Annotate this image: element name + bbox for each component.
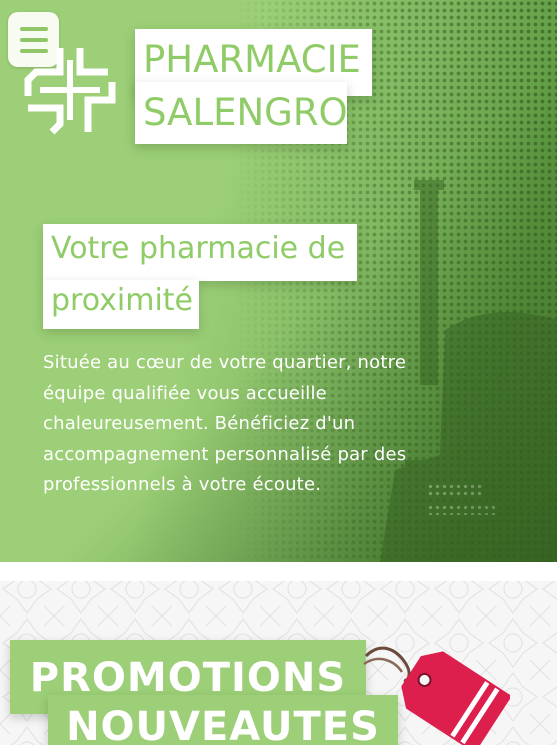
hamburger-menu-icon (19, 26, 48, 31)
brand-name-line-2[interactable]: SALENGRO (135, 82, 348, 144)
price-tag-icon (363, 646, 510, 745)
section-divider (0, 562, 557, 581)
hero-tagline-line-1: Votre pharmacie de (43, 224, 357, 281)
hero-intro-text: Située au cœur de votre quartier, notre … (43, 352, 407, 495)
hero-section: PHARMACIE SALENGRO Votre pharmacie de pr… (0, 0, 557, 562)
nouveautes-label[interactable]: NOUVEAUTES (48, 695, 398, 745)
hero-tagline-line-2: proximité (43, 280, 199, 329)
pharmacy-cross-logo-icon[interactable] (22, 42, 118, 138)
